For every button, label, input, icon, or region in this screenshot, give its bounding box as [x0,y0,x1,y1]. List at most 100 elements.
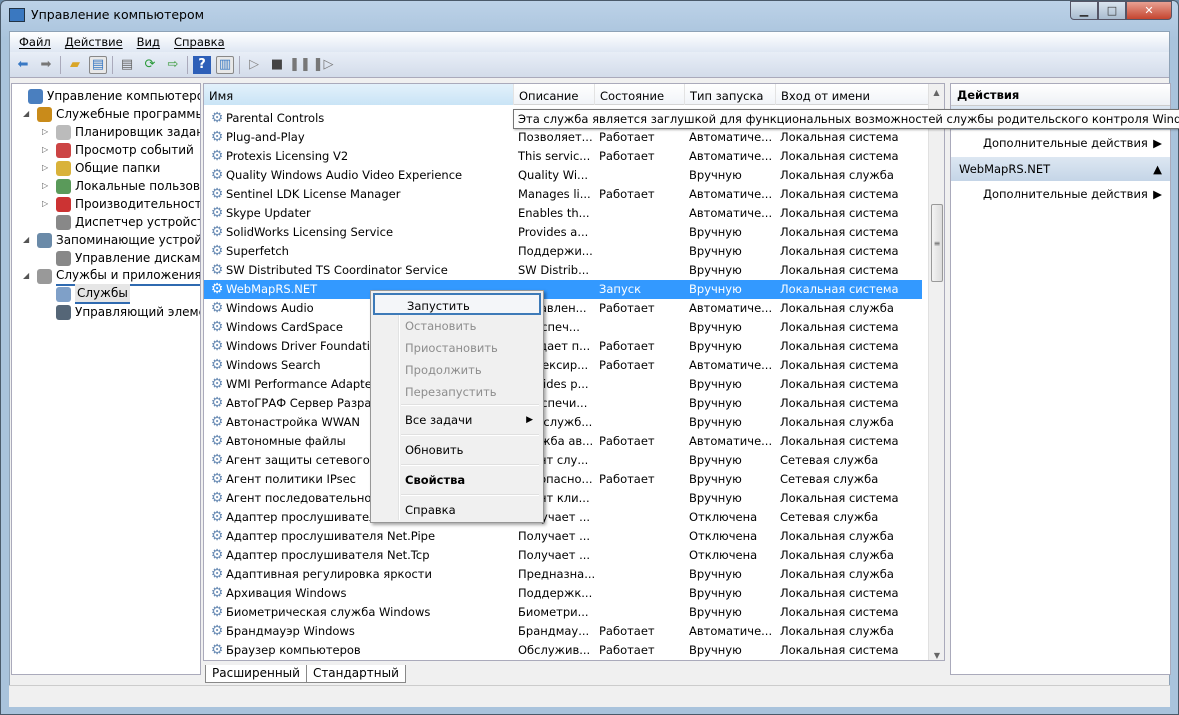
tree-node[interactable]: ▷ Планировщик заданий [42,123,200,141]
help-icon[interactable]: ? [193,55,211,74]
tree-node[interactable]: Управление компьютером (л [14,87,200,105]
tab-standard[interactable]: Стандартный [306,665,406,683]
restart-service-icon[interactable]: ❚▷ [313,56,334,74]
show-action-pane-icon[interactable]: ▥ [216,55,234,74]
table-row[interactable]: ⚙ Агент защиты сетевого до Агент слу... Вру… [204,451,922,470]
forward-icon[interactable]: ➡ [37,56,55,74]
table-row[interactable]: ⚙ Агент политики IPsec Безопасно... Работае… [204,470,922,489]
tree-node[interactable]: ◢ Служебные программы [23,105,200,123]
table-row[interactable]: ⚙ Windows Audio Управлен... Работает Автомат… [204,299,922,318]
table-row[interactable]: ⚙ Брандмауэр Windows Брандмау... Работает Ав… [204,622,922,641]
table-row[interactable]: ⚙ Архивация Windows Поддержк... Вручную Лока… [204,584,922,603]
cell-startup-type: Вручную [689,643,742,657]
table-row[interactable]: ⚙ WMI Performance Adapter Provides p... Вру… [204,375,922,394]
menu-help[interactable]: Справка [174,35,225,52]
table-row[interactable]: ⚙ Protexis Licensing V2 This servic... Рабо… [204,147,922,166]
table-row[interactable]: ⚙ Windows CardSpace Обеспеч... Вручную Локал… [204,318,922,337]
column-header-description[interactable]: Описание [514,84,595,105]
menu-item-label: Продолжить [405,363,482,377]
table-row[interactable]: ⚙ Адаптер прослушивателя Net.Tcp Получает … [204,546,922,565]
menu-file[interactable]: Файл [19,35,51,52]
show-tree-icon[interactable]: ▤ [89,55,107,74]
back-icon[interactable]: ⬅ [14,56,32,74]
expand-icon[interactable]: ◢ [23,105,33,123]
pause-service-icon[interactable]: ❚❚ [289,56,311,74]
table-row[interactable]: ⚙ Skype Updater Enables th... Автоматиче...… [204,204,922,223]
minimize-button[interactable]: ▁ [1070,1,1098,20]
expand-icon[interactable]: ◢ [23,231,33,249]
column-header-row: Имя Описание Состояние Тип запуска Вход … [204,84,932,105]
cell-log-on-as: Локальная система [780,339,899,353]
menu-item[interactable]: Обновить [373,439,541,461]
column-header-startup-type[interactable]: Тип запуска [685,84,776,105]
table-row[interactable]: ⚙ Адаптер прослушивателя Получает ... Отклю… [204,508,922,527]
expand-icon[interactable]: ▷ [42,141,52,159]
table-row[interactable]: ⚙ Биометрическая служба Windows Биометри..… [204,603,922,622]
table-row[interactable]: ⚙ АвтоГРАФ Сервер Разрабо Обеспечи... Вручн… [204,394,922,413]
cell-status [595,565,685,584]
column-header-log-on-as[interactable]: Вход от имени [776,84,932,105]
tree-node[interactable]: Управление дисками [42,249,200,267]
menu-item[interactable]: Остановить [373,315,541,337]
tree-node[interactable]: ▷ Локальные пользовате [42,177,200,195]
vertical-scrollbar[interactable]: ▲ ≡ ▼ [928,84,944,660]
actions-section-service[interactable]: WebMapRS.NET ▲ [951,157,1170,181]
column-header-name[interactable]: Имя [204,84,514,105]
table-row[interactable]: ⚙ WebMapRS.NET Запуск Вручную Локальная сист… [204,280,922,299]
table-row[interactable]: ⚙ Quality Windows Audio Video Experience Q… [204,166,922,185]
table-row[interactable]: ⚙ SW Distributed TS Coordinator Service SW… [204,261,922,280]
tree-node[interactable]: Диспетчер устройств [42,213,200,231]
menu-item[interactable]: Перезапустить [373,381,541,403]
refresh-icon[interactable]: ⟳ [141,56,159,74]
table-row[interactable]: ⚙ Адаптер прослушивателя Net.Pipe Получает… [204,527,922,546]
tree-node[interactable]: ◢ Запоминающие устройст [23,231,200,249]
table-row[interactable]: ⚙ Автономные файлы Служба ав... Работает Авт… [204,432,922,451]
table-row[interactable]: ⚙ Sentinel LDK License Manager Manages li.… [204,185,922,204]
cell-status [595,223,685,242]
column-header-status[interactable]: Состояние [595,84,685,105]
tree-node[interactable]: Управляющий элемен [42,303,200,321]
table-row[interactable]: ⚙ Адаптивная регулировка яркости Предназна… [204,565,922,584]
menu-item[interactable]: Запустить [373,293,541,315]
stop-service-icon[interactable]: ■ [268,56,286,74]
expand-icon[interactable]: ▷ [42,195,52,213]
more-actions-2[interactable]: Дополнительные действия ▶ [951,181,1170,208]
cell-log-on-as: Локальная система [780,149,899,163]
tree-node-label: Планировщик заданий [75,125,200,139]
menu-item[interactable]: Все задачи ▶ [373,409,541,431]
table-row[interactable]: ⚙ Superfetch Поддержи... Вручную Локальная с… [204,242,922,261]
up-folder-icon[interactable]: ▰ [66,56,84,74]
tab-extended[interactable]: Расширенный [205,665,307,683]
table-row[interactable]: ⚙ Автонастройка WWAN Эта служб... Вручную Ло… [204,413,922,432]
table-row[interactable]: ⚙ Агент последовательности Агент кли... Вру… [204,489,922,508]
maximize-button[interactable]: □ [1098,1,1126,20]
tree-node[interactable]: ▷ Производительность [42,195,200,213]
table-row[interactable]: ⚙ Браузер компьютеров Обслужив... Работает В… [204,641,922,660]
expand-icon[interactable]: ▷ [42,123,52,141]
expand-icon[interactable]: ◢ [23,267,33,285]
menu-item[interactable]: Приостановить [373,337,541,359]
more-actions-1[interactable]: Дополнительные действия ▶ [951,130,1170,157]
table-row[interactable]: ⚙ Windows Driver Foundation Создает п... Ра… [204,337,922,356]
menu-item[interactable]: Продолжить [373,359,541,381]
tree-node[interactable]: ▷ Просмотр событий [42,141,194,159]
export-icon[interactable]: ⇨ [164,56,182,74]
tree-node[interactable]: ◢ Службы и приложения [23,267,200,286]
menu-action[interactable]: Действие [65,35,123,52]
menu-view[interactable]: Вид [137,35,160,52]
cell-description: Поддержи... [518,244,593,258]
table-row[interactable]: ⚙ SolidWorks Licensing Service Provides a.… [204,223,922,242]
expand-icon[interactable]: ▷ [42,177,52,195]
table-row[interactable]: ⚙ Plug-and-Play Позволяет... Работает Автома… [204,128,922,147]
close-button[interactable]: ✕ [1126,1,1172,20]
export-list-icon[interactable]: ▤ [118,56,136,74]
menu-item-label: Все задачи [405,413,473,427]
table-row[interactable]: ⚙ Windows Search Индексир... Работает Автома… [204,356,922,375]
menu-item[interactable]: Свойства [373,469,541,491]
menu-item[interactable]: Справка [373,499,541,521]
tree-node[interactable]: Службы [42,284,130,304]
tree-node[interactable]: ▷ Общие папки [42,159,160,177]
start-service-icon[interactable]: ▷ [245,56,263,74]
scrollbar-thumb[interactable]: ≡ [931,204,943,282]
expand-icon[interactable]: ▷ [42,159,52,177]
